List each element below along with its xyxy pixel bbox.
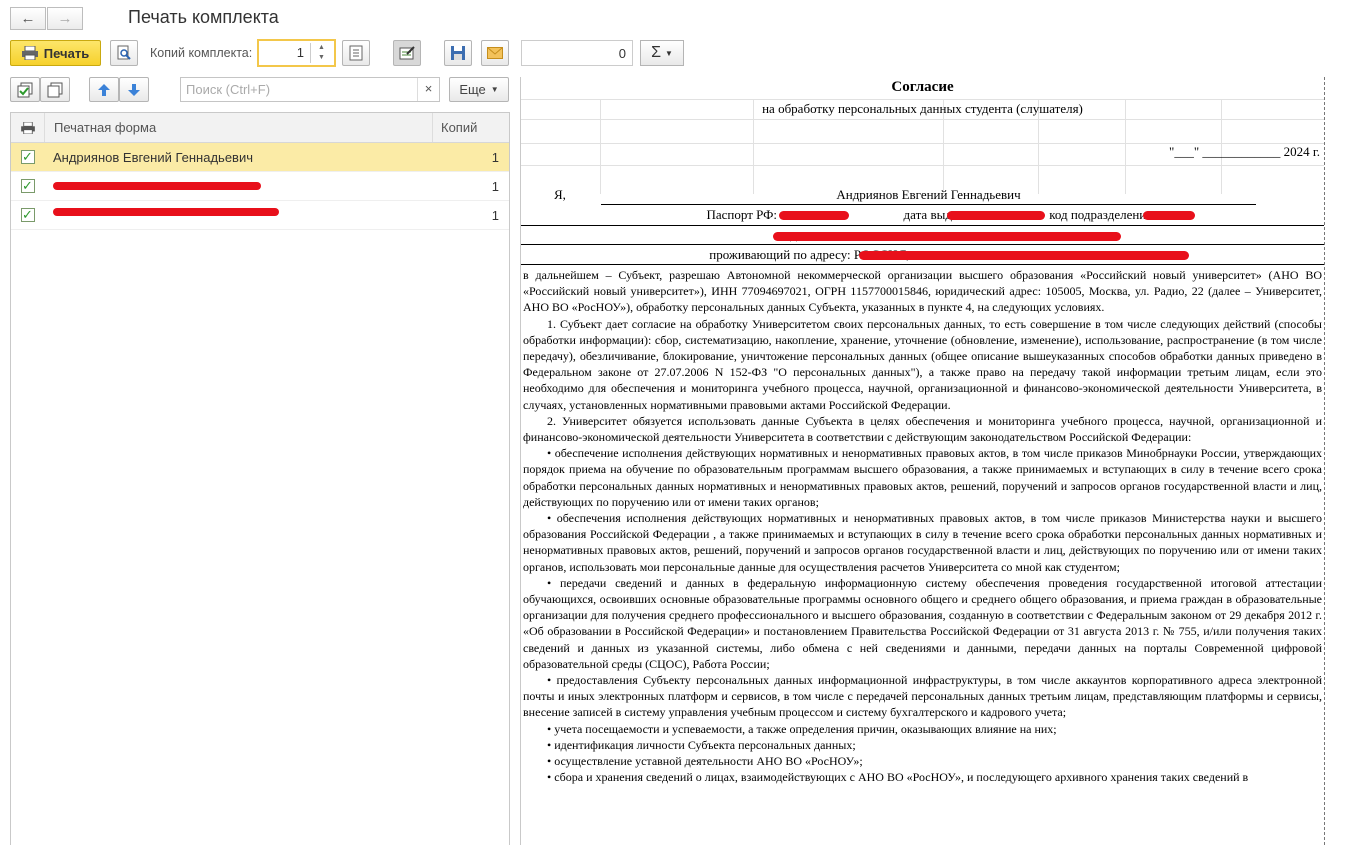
ya-label: Я,	[554, 187, 566, 202]
print-column-header	[11, 121, 44, 134]
edit-mode-button[interactable]	[393, 40, 421, 66]
redaction-mark	[773, 232, 1121, 241]
table-row[interactable]: ✓ 1	[11, 172, 509, 201]
window-title: Печать комплекта	[128, 7, 279, 27]
column-header-name[interactable]: Печатная форма	[44, 113, 432, 142]
bullet-item: • осуществление уставной деятельности АН…	[547, 754, 863, 769]
check-all-button[interactable]	[10, 77, 40, 102]
row-checkbox[interactable]: ✓	[11, 150, 44, 164]
spin-down-icon: ▼	[318, 54, 325, 61]
underline	[601, 204, 1256, 205]
passport-code-label: код подразделения	[1049, 207, 1153, 222]
checkmark-icon: ✓	[20, 178, 35, 193]
spin-up-icon: ▲	[318, 44, 325, 51]
clause-2: 2. Университет обязуется использовать да…	[523, 413, 1322, 445]
copies-spinner[interactable]: ▲ ▼	[310, 43, 332, 63]
floppy-disk-icon	[451, 46, 465, 60]
table-row[interactable]: ✓ Андриянов Евгений Геннадьевич 1	[11, 143, 509, 172]
redaction-mark	[1143, 211, 1195, 220]
arrow-down-icon	[128, 83, 140, 96]
passport-prefix: Паспорт РФ:	[706, 207, 778, 222]
table-header: Печатная форма Копий	[11, 113, 509, 143]
row-name: Андриянов Евгений Геннадьевич	[53, 149, 253, 165]
redaction-mark	[859, 251, 1189, 260]
uncheck-all-icon	[47, 82, 63, 97]
magnifier-page-icon	[117, 45, 131, 60]
chevron-down-icon: ▼	[490, 85, 499, 94]
underline	[521, 264, 1324, 265]
row-checkbox[interactable]: ✓	[11, 208, 44, 222]
check-all-icon	[17, 82, 33, 97]
copies-label: Копий комплекта:	[150, 46, 253, 60]
printer-icon	[21, 46, 38, 60]
bullet-item: • обеспечение исполнения действующих нор…	[523, 446, 1322, 509]
grid-line	[521, 99, 1324, 100]
preview-button[interactable]	[110, 40, 138, 66]
grid-line	[521, 119, 1324, 120]
chevron-down-icon: ▼	[664, 48, 673, 58]
more-button-label: Еще	[459, 82, 486, 97]
row-checkbox[interactable]: ✓	[11, 179, 44, 193]
document-subtitle: на обработку персональных данных студент…	[762, 101, 1083, 116]
arrow-left-icon: ←	[20, 10, 36, 27]
move-up-button[interactable]	[89, 77, 119, 102]
back-button[interactable]: ←	[10, 7, 46, 30]
search-input[interactable]: Поиск (Ctrl+F) ×	[180, 77, 440, 102]
document-preview[interactable]: Согласие на обработку персональных данны…	[520, 77, 1351, 845]
bullet-item: • предоставления Субъекту персональных д…	[523, 673, 1322, 720]
checkmark-icon: ✓	[20, 207, 35, 222]
sum-button[interactable]: Σ ▼	[640, 40, 684, 66]
row-copies[interactable]: 1	[432, 208, 509, 223]
table-row[interactable]: ✓ 1	[11, 201, 509, 230]
move-down-button[interactable]	[119, 77, 149, 102]
document-date: "___" ____________ 2024 г.	[1169, 144, 1320, 159]
column-header-copies[interactable]: Копий	[432, 113, 509, 142]
redaction-mark	[947, 211, 1045, 220]
bullet-item: • учета посещаемости и успеваемости, а т…	[547, 721, 1057, 736]
underline	[521, 225, 1324, 226]
redaction-mark	[53, 182, 261, 190]
sum-field[interactable]: 0	[521, 40, 633, 66]
row-copies[interactable]: 1	[432, 150, 509, 165]
document-body: в дальнейшем – Субъект, разрешаю Автоном…	[523, 267, 1322, 786]
arrow-right-icon: →	[57, 10, 73, 27]
arrow-up-icon	[98, 83, 110, 96]
document-title: Согласие	[891, 79, 954, 95]
clause-1: 1. Субъект дает согласие на обработку Ун…	[523, 316, 1322, 412]
underline	[521, 244, 1324, 245]
page-boundary	[1324, 77, 1325, 845]
student-name: Андриянов Евгений Геннадьевич	[836, 187, 1021, 202]
copies-input[interactable]: 1 ▲ ▼	[257, 39, 336, 67]
forward-button[interactable]: →	[47, 7, 83, 30]
uncheck-all-button[interactable]	[40, 77, 70, 102]
bullet-item: • сбора и хранения сведений о лицах, вза…	[547, 770, 1249, 785]
bullet-item: • передачи сведений и данных в федеральн…	[523, 575, 1322, 671]
page-settings-icon	[349, 45, 363, 61]
send-email-button[interactable]	[481, 40, 509, 66]
page-settings-button[interactable]	[342, 40, 370, 66]
row-copies[interactable]: 1	[432, 179, 509, 194]
print-button[interactable]: Печать	[10, 40, 101, 66]
save-button[interactable]	[444, 40, 472, 66]
checkmark-icon: ✓	[20, 149, 35, 164]
sigma-icon: Σ	[651, 44, 661, 61]
print-button-label: Печать	[43, 45, 90, 61]
intro-paragraph: в дальнейшем – Субъект, разрешаю Автоном…	[523, 268, 1322, 315]
bullet-item: • обеспечения исполнения действующих нор…	[523, 511, 1322, 574]
edit-document-icon	[399, 46, 415, 60]
print-forms-table: Печатная форма Копий ✓ Андриянов Евгений…	[10, 112, 510, 845]
printer-icon	[20, 121, 35, 134]
bullet-item: • идентификация личности Субъекта персон…	[547, 737, 856, 752]
envelope-icon	[487, 47, 503, 59]
redaction-mark	[779, 211, 849, 220]
clear-search-icon[interactable]: ×	[417, 78, 439, 101]
redaction-mark	[53, 208, 279, 216]
grid-line	[521, 165, 1324, 166]
more-button[interactable]: Еще ▼	[449, 77, 509, 102]
search-placeholder: Поиск (Ctrl+F)	[186, 82, 271, 97]
copies-value: 1	[296, 45, 304, 60]
